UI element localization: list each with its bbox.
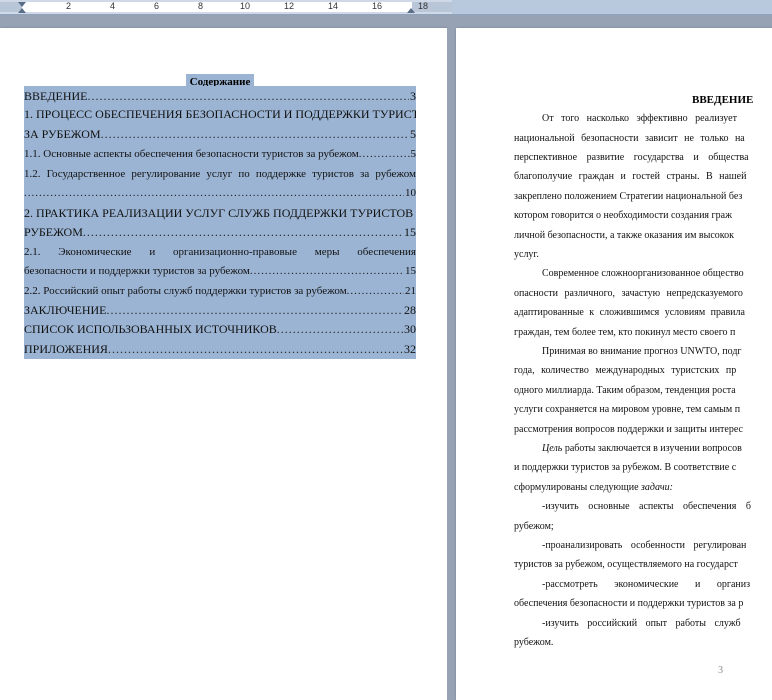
page-gap: [447, 28, 456, 700]
toc-leader: ........................................…: [249, 265, 404, 277]
toc-entry-page: 32: [404, 342, 416, 356]
toc-entry[interactable]: ЗА РУБЕЖОМ..............................…: [24, 124, 416, 144]
toc-entry-text: 1. ПРОЦЕСС ОБЕСПЕЧЕНИЯ БЕЗОПАСНОСТИ И ПО…: [24, 107, 416, 121]
body-line: опасности различного, зачастую непредска…: [514, 288, 743, 299]
toc-entry-text: ЗА РУБЕЖОМ: [24, 127, 101, 141]
toc-entry[interactable]: безопасности и поддержки туристов за руб…: [24, 261, 416, 281]
toc-entry-text: ПРИЛОЖЕНИЯ: [24, 342, 108, 356]
body-line: услуг.: [514, 249, 539, 260]
body-line: -рассмотреть экономические и организ: [542, 579, 751, 590]
body-line: рубежом.: [514, 637, 554, 648]
toc-entry-text: 1.2. Государственное регулирование услуг…: [24, 168, 416, 180]
toc-leader: ........................................…: [24, 187, 404, 199]
toc-leader: ........................................…: [276, 322, 403, 336]
toc-entry[interactable]: 2. ПРАКТИКА РЕАЛИЗАЦИИ УСЛУГ СЛУЖБ ПОДДЕ…: [24, 203, 416, 223]
toc-entry-text: ЗАКЛЮЧЕНИЕ: [24, 303, 107, 317]
tasks-intro: сформулированы следующие: [514, 482, 639, 493]
body-line: и поддержки туристов за рубежом. В соотв…: [514, 462, 737, 473]
page-number: 3: [718, 665, 723, 676]
body-line: адаптированные к сложившимся условиям пр…: [514, 307, 745, 318]
body-line: граждан, тем более тем, кто покинул мест…: [514, 327, 736, 338]
toc-entry-text: СПИСОК ИСПОЛЬЗОВАННЫХ ИСТОЧНИКОВ: [24, 322, 277, 336]
toc-entry-page: 5: [410, 148, 417, 160]
body-line: туристов за рубежом, осуществляемого на …: [514, 559, 738, 570]
body-line: Принимая во внимание прогноз UNWTO, подг: [542, 346, 742, 357]
body-line: рубежом;: [514, 521, 554, 532]
toc-entry-page: 30: [404, 322, 416, 336]
body-line: года, количество международных туристски…: [514, 365, 737, 376]
left-indent-marker[interactable]: [18, 8, 26, 13]
toc-entry-text: 1.1. Основные аспекты обеспечения безопа…: [24, 148, 359, 160]
first-line-indent-marker[interactable]: [18, 2, 26, 7]
toc-leader: ........................................…: [100, 127, 409, 141]
body-line: От того насколько эффективно реализует: [542, 113, 737, 124]
body-line: закреплено положением Стратегии национал…: [514, 191, 743, 202]
ruler-number: 2: [66, 1, 72, 11]
toc-entry-text: РУБЕЖОМ: [24, 225, 83, 239]
body-line: котором говорится о необходимости создан…: [514, 210, 732, 221]
body-line: перспективное развитие государства и общ…: [514, 152, 749, 163]
ruler-number: 6: [154, 1, 160, 11]
toc-entry[interactable]: РУБЕЖОМ.................................…: [24, 222, 416, 242]
toc-leader: ........................................…: [358, 148, 410, 160]
ruler-number: 18: [418, 1, 429, 11]
ruler-number: 16: [372, 1, 383, 11]
toc-entry-page: 15: [405, 265, 416, 277]
toc-entry-text: безопасности и поддержки туристов за руб…: [24, 265, 250, 277]
toc-leader: ........................................…: [107, 342, 403, 356]
toc-leader: ........................................…: [82, 225, 403, 239]
body-line: личной безопасности, а также оказания им…: [514, 230, 735, 241]
introduction-heading: ВВЕДЕНИЕ: [692, 94, 754, 106]
toc-entry-text: 2.1. Экономические и организационно-прав…: [24, 246, 416, 258]
body-line: обеспечения безопасности и поддержки тур…: [514, 598, 744, 609]
body-line: благополучие граждан и гостей страны. В …: [514, 171, 747, 182]
toc-entry[interactable]: 2.1. Экономические и организационно-прав…: [24, 242, 416, 262]
body-line: -изучить основные аспекты обеспечения б: [542, 501, 751, 512]
toc-entry[interactable]: 1. ПРОЦЕСС ОБЕСПЕЧЕНИЯ БЕЗОПАСНОСТИ И ПО…: [24, 104, 416, 124]
toc-entry[interactable]: ........................................…: [24, 183, 416, 203]
toc-entry[interactable]: ПРИЛОЖЕНИЯ..............................…: [24, 339, 416, 359]
toc-entry-page: 3: [410, 89, 416, 103]
body-line: Современное сложноорганизованное обществ…: [542, 268, 744, 279]
toc-entry[interactable]: СПИСОК ИСПОЛЬЗОВАННЫХ ИСТОЧНИКОВ........…: [24, 319, 416, 339]
body-line: сформулированы следующие задачи:: [514, 482, 673, 494]
toc-entry-page: 5: [410, 127, 416, 141]
toc-leader: ........................................…: [106, 303, 404, 317]
toc-entry-text: ВВЕДЕНИЕ: [24, 89, 88, 103]
body-line: -изучить российский опыт работы служб: [542, 618, 741, 629]
toc-entry-text: 2.2. Российский опыт работы служб поддер…: [24, 285, 347, 297]
body-line: Цель работы заключается в изучении вопро…: [542, 443, 742, 455]
toc-entry-page: 21: [405, 285, 416, 297]
horizontal-ruler[interactable]: 2 4 6 8 10 12 14 16 18: [0, 0, 772, 15]
goal-text: работы заключается в изучении вопросов: [564, 443, 742, 454]
body-line: национальной безопасности зависит не тол…: [514, 133, 745, 144]
ruler-text-area: [22, 2, 412, 12]
toc-entry[interactable]: ЗАКЛЮЧЕНИЕ..............................…: [24, 300, 416, 320]
toc-entry[interactable]: 2.2. Российский опыт работы служб поддер…: [24, 281, 416, 301]
ruler-number: 10: [240, 1, 251, 11]
ruler-number: 14: [328, 1, 339, 11]
toc-leader: ........................................…: [346, 285, 404, 297]
body-line: рассмотрения вопросов поддержки и защиты…: [514, 424, 743, 435]
toc-entry[interactable]: 1.1. Основные аспекты обеспечения безопа…: [24, 144, 416, 164]
ruler-number: 8: [198, 1, 204, 11]
right-indent-marker[interactable]: [407, 8, 415, 13]
toc-entry[interactable]: 1.2. Государственное регулирование услуг…: [24, 164, 416, 184]
ruler-number: 12: [284, 1, 295, 11]
toc-entry-text: 2. ПРАКТИКА РЕАЛИЗАЦИИ УСЛУГ СЛУЖБ ПОДДЕ…: [24, 206, 416, 220]
tasks-word: задачи:: [641, 482, 673, 493]
toc-entry-page: 28: [404, 303, 416, 317]
body-line: услуги сохраняется на мировом уровне, те…: [514, 404, 741, 415]
toc-entry[interactable]: ВВЕДЕНИЕ................................…: [24, 86, 416, 106]
toc-leader: ........................................…: [87, 89, 409, 103]
ruler-number: 4: [110, 1, 116, 11]
body-line: одного миллиарда. Таким образом, тенденц…: [514, 385, 736, 396]
body-line: -проанализировать особенности регулирова…: [542, 540, 747, 551]
toc-entry-page: 15: [404, 225, 416, 239]
goal-word: Цель: [542, 443, 563, 454]
ruler-tail: [452, 0, 772, 14]
toc-entry-page: 10: [405, 187, 416, 199]
